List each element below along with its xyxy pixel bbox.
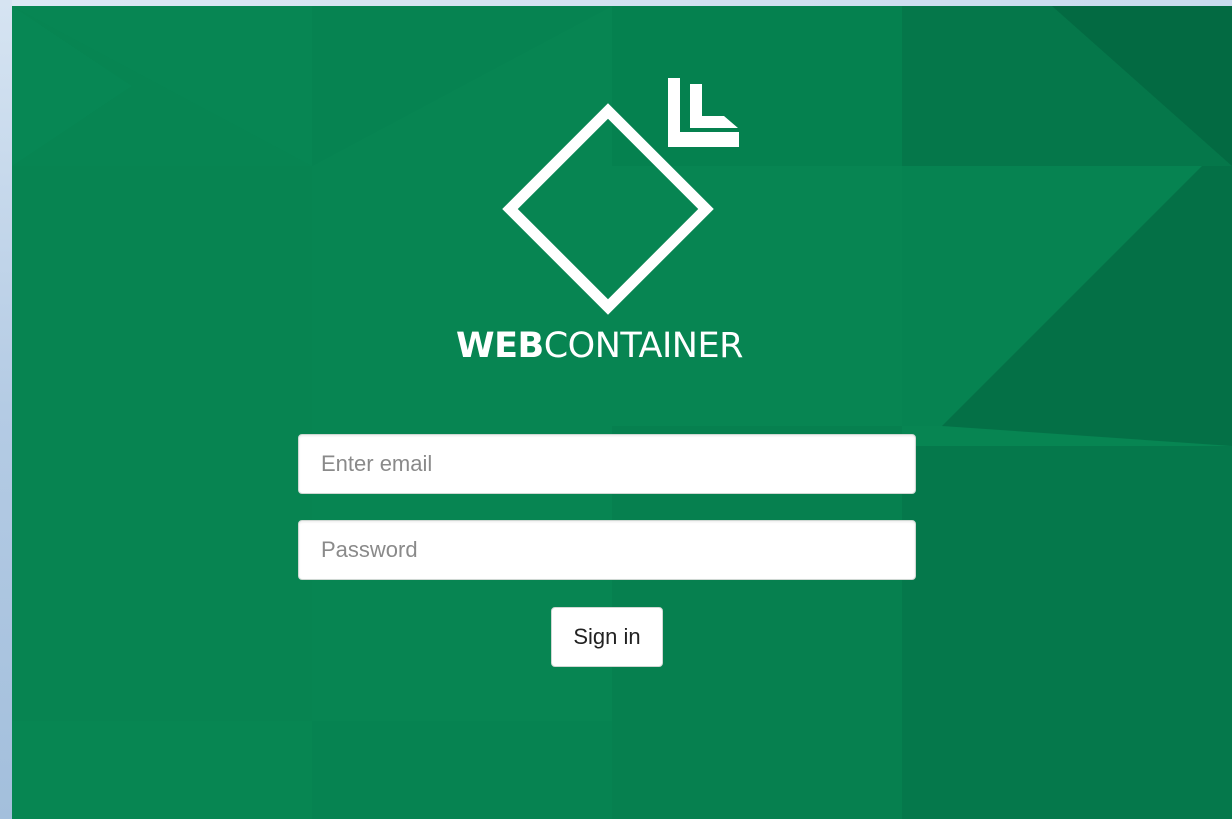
brand-wordmark-bold: WEB: [456, 326, 544, 366]
signin-row: Sign in: [298, 607, 916, 667]
brand-wordmark-light: CONTAINER: [543, 326, 744, 366]
login-form: Sign in: [298, 434, 916, 667]
webcontainer-logo-icon: [502, 78, 739, 315]
login-page: WEBCONTAINER Sign in: [12, 6, 1232, 819]
brand-wordmark: WEBCONTAINER: [456, 324, 760, 368]
sign-in-button[interactable]: Sign in: [551, 607, 663, 667]
email-field[interactable]: [298, 434, 916, 494]
window-left-edge: [0, 0, 12, 819]
password-field[interactable]: [298, 520, 916, 580]
